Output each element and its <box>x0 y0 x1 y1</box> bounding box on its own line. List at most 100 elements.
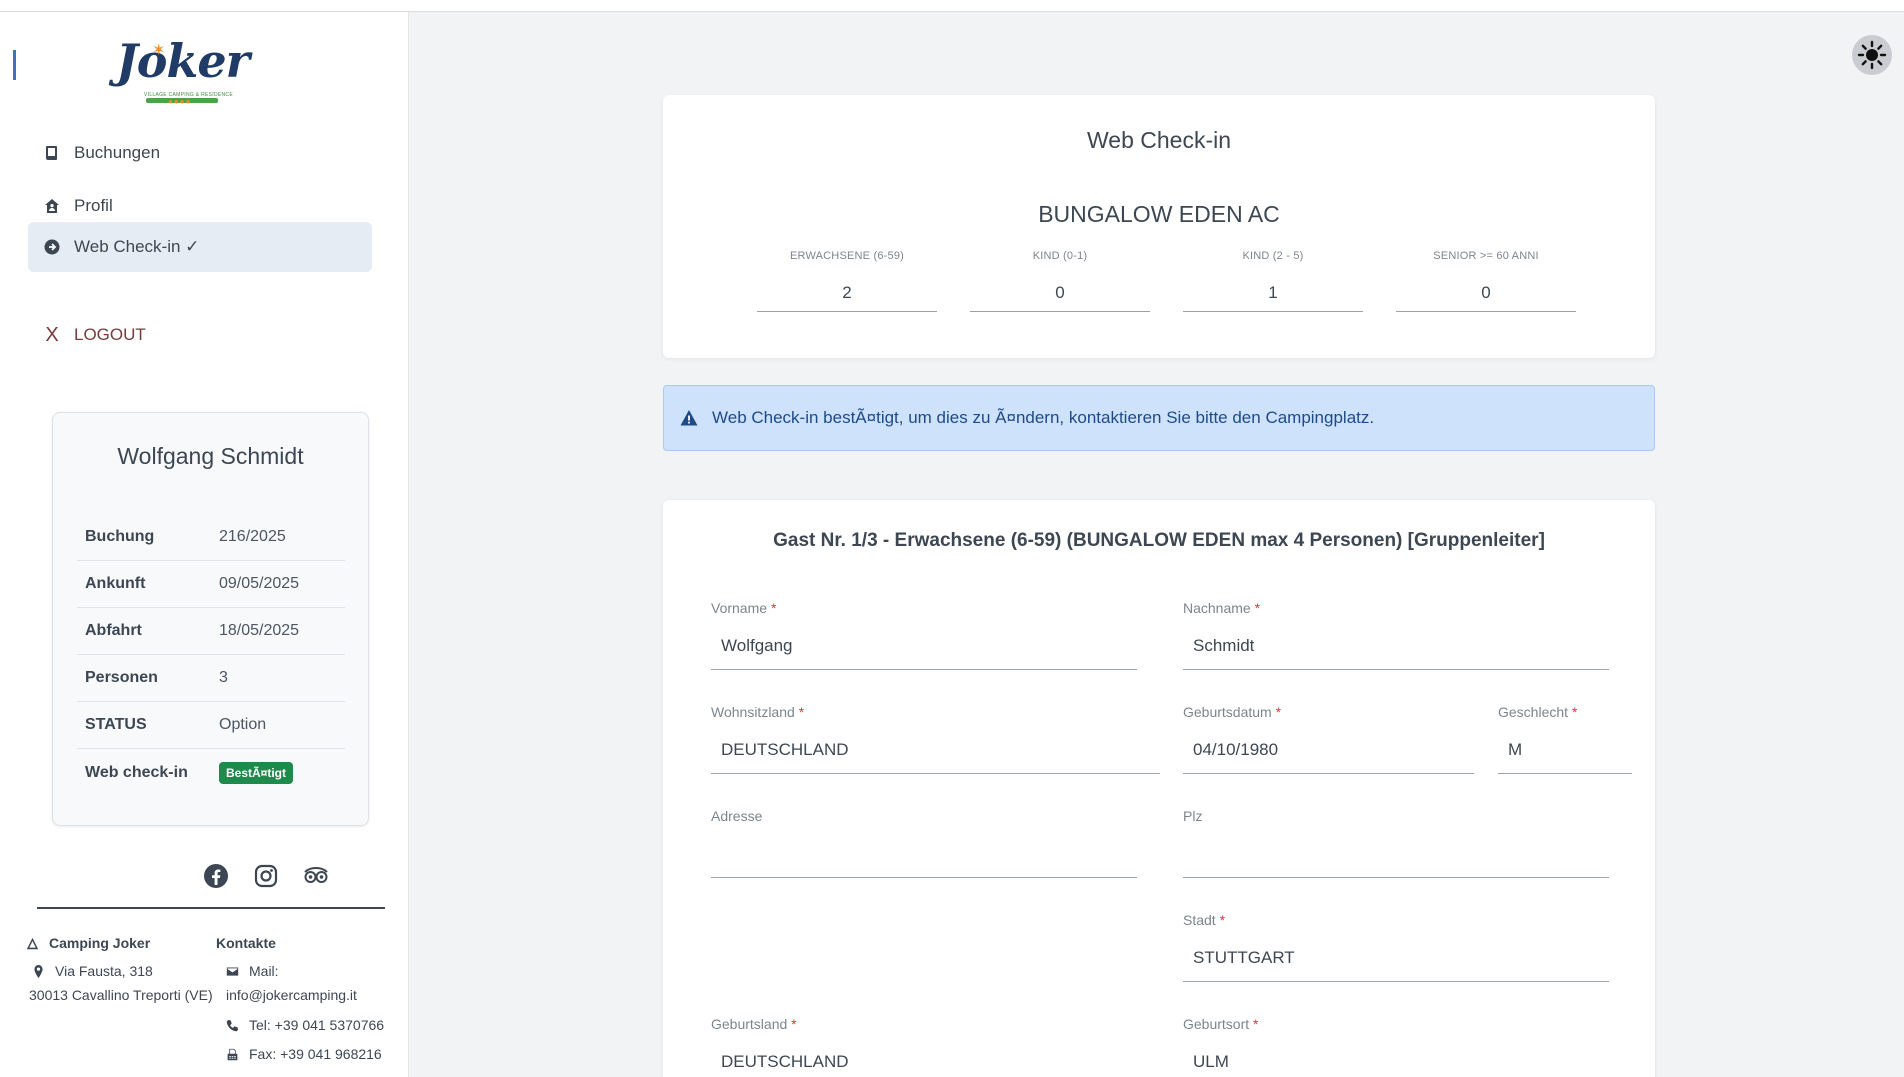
vorname-input[interactable]: Wolfgang <box>711 636 1137 670</box>
label-text: Geburtsdatum <box>1183 704 1272 720</box>
required-mark: * <box>770 600 777 616</box>
logout-label: LOGOUT <box>74 325 146 344</box>
counter-child-0-1: KIND (0-1) 0 <box>970 250 1150 312</box>
sidebar-item-bookings[interactable]: Buchungen <box>28 128 372 178</box>
nachname-field[interactable]: Nachname * Schmidt <box>1183 600 1609 670</box>
adresse-input[interactable] <box>711 844 1137 878</box>
logout-button[interactable]: X LOGOUT <box>28 310 372 360</box>
geburtsdatum-field[interactable]: Geburtsdatum * 04/10/1980 <box>1183 704 1474 774</box>
social-links <box>202 862 330 890</box>
booking-info-table: Buchung 216/2025 Ankunft 09/05/2025 Abfa… <box>77 514 345 796</box>
sidebar-item-label: Buchungen <box>74 143 161 162</box>
footer-address2: 30013 Cavallino Treporti (VE) <box>29 987 213 1003</box>
counter-child-2-5: KIND (2 - 5) 1 <box>1183 250 1363 312</box>
counter-senior: SENIOR >= 60 ANNI 0 <box>1396 250 1576 312</box>
footer-address1: Via Fausta, 318 <box>32 964 153 978</box>
facebook-icon[interactable] <box>202 862 230 890</box>
label-text: Stadt <box>1183 912 1216 928</box>
row-value: 3 <box>219 669 228 686</box>
tripadvisor-icon[interactable] <box>302 862 330 890</box>
guest-form-title: Gast Nr. 1/3 - Erwachsene (6-59) (BUNGAL… <box>773 530 1545 551</box>
plz-input[interactable] <box>1183 844 1609 878</box>
footer-camp: Camping Joker <box>26 936 150 950</box>
nachname-input[interactable]: Schmidt <box>1183 636 1609 670</box>
table-row: Web check-in BestÃ¤tigt <box>77 749 345 796</box>
logo[interactable]: Joker ✶ VILLAGE CAMPING & RESIDENCE ●●●● <box>112 30 250 110</box>
fax-text: Fax: +39 041 968216 <box>249 1046 382 1062</box>
row-value: 09/05/2025 <box>219 575 300 592</box>
counter-label: ERWACHSENE (6-59) <box>789 250 905 262</box>
alert-text: Web Check-in bestÃ¤tigt, um dies zu Ã¤nd… <box>712 408 1375 427</box>
field-label: Wohnsitzland * <box>711 704 1160 720</box>
sidebar-item-label: Profil <box>74 196 113 215</box>
geschlecht-field[interactable]: Geschlecht * M <box>1498 704 1632 774</box>
stadt-field[interactable]: Stadt * STUTTGART <box>1183 912 1609 982</box>
label-text: Geburtsland <box>711 1016 788 1032</box>
sidebar-accent <box>13 50 16 80</box>
sidebar: Joker ✶ VILLAGE CAMPING & RESIDENCE ●●●●… <box>0 12 409 1077</box>
adresse-field[interactable]: Adresse <box>711 808 1137 878</box>
home-user-icon <box>45 199 59 213</box>
row-key: Ankunft <box>85 575 146 592</box>
geburtsland-field[interactable]: Geburtsland * DEUTSCHLAND <box>711 1016 1137 1077</box>
fax-icon <box>227 1048 238 1061</box>
guest-form-card: Gast Nr. 1/3 - Erwachsene (6-59) (BUNGAL… <box>663 500 1655 1077</box>
field-label: Geburtsort * <box>1183 1016 1609 1032</box>
required-mark: * <box>798 704 805 720</box>
field-label: Plz <box>1183 808 1203 824</box>
arrow-circle-icon <box>44 239 60 255</box>
plz-field[interactable]: Plz <box>1183 808 1609 878</box>
field-label: Geburtsland * <box>711 1016 1137 1032</box>
theme-toggle-button[interactable] <box>1852 35 1892 75</box>
wohnsitzland-select[interactable]: DEUTSCHLAND <box>711 740 1160 774</box>
row-key: Abfahrt <box>85 622 142 639</box>
footer-fax: Fax: +39 041 968216 <box>226 1047 382 1061</box>
counter-value: 2 <box>757 283 937 312</box>
instagram-icon[interactable] <box>252 862 280 890</box>
geschlecht-select[interactable]: M <box>1498 740 1632 774</box>
row-key: Web check-in <box>85 763 188 781</box>
counter-label: SENIOR >= 60 ANNI <box>1433 250 1539 262</box>
mail-label: Mail: <box>249 963 279 979</box>
table-row: Abfahrt 18/05/2025 <box>77 608 345 655</box>
footer-mail: Mail: <box>226 964 279 978</box>
counter-label: KIND (0-1) <box>1032 250 1088 262</box>
mail-link[interactable]: info@jokercamping.it <box>226 988 357 1002</box>
field-label: Geburtsdatum * <box>1183 704 1474 720</box>
stadt-input[interactable]: STUTTGART <box>1183 948 1609 982</box>
unit-name: BUNGALOW EDEN AC <box>1038 201 1280 227</box>
counter-label: KIND (2 - 5) <box>1242 250 1304 262</box>
browser-top-edge <box>0 0 1904 12</box>
required-mark: * <box>1571 704 1578 720</box>
info-alert: Web Check-in bestÃ¤tigt, um dies zu Ã¤nd… <box>663 385 1655 451</box>
map-pin-icon <box>34 965 43 978</box>
table-row: Personen 3 <box>77 655 345 702</box>
checkin-summary-card: Web Check-in BUNGALOW EDEN AC ERWACHSENE… <box>663 95 1655 358</box>
tent-icon <box>26 937 39 950</box>
guest-name: Wolfgang Schmidt <box>117 443 304 469</box>
required-mark: * <box>1254 600 1261 616</box>
counter-adults: ERWACHSENE (6-59) 2 <box>757 250 937 312</box>
geburtsdatum-input[interactable]: 04/10/1980 <box>1183 740 1474 774</box>
field-label: Adresse <box>711 808 763 824</box>
geburtsland-select[interactable]: DEUTSCHLAND <box>711 1052 1137 1077</box>
status-badge: BestÃ¤tigt <box>219 761 294 784</box>
close-icon: X <box>45 323 59 346</box>
field-label: Nachname * <box>1183 600 1609 616</box>
sidebar-item-label: Web Check-in ✓ <box>74 237 200 256</box>
row-key: STATUS <box>85 716 147 733</box>
required-mark: * <box>1219 912 1226 928</box>
counter-value: 0 <box>970 283 1150 312</box>
footer-tel[interactable]: Tel: +39 041 5370766 <box>226 1018 384 1032</box>
required-mark: * <box>1275 704 1282 720</box>
page-title: Web Check-in <box>1086 127 1232 153</box>
sun-icon <box>1857 40 1887 70</box>
geburtsort-field[interactable]: Geburtsort * ULM <box>1183 1016 1609 1077</box>
field-label: Vorname * <box>711 600 1137 616</box>
sidebar-item-webcheckin[interactable]: Web Check-in ✓ <box>28 222 372 272</box>
geburtsort-input[interactable]: ULM <box>1183 1052 1609 1077</box>
vorname-field[interactable]: Vorname * Wolfgang <box>711 600 1137 670</box>
row-key: Personen <box>85 669 158 686</box>
logo-word: Joker <box>116 34 250 88</box>
wohnsitzland-field[interactable]: Wohnsitzland * DEUTSCHLAND <box>711 704 1160 774</box>
